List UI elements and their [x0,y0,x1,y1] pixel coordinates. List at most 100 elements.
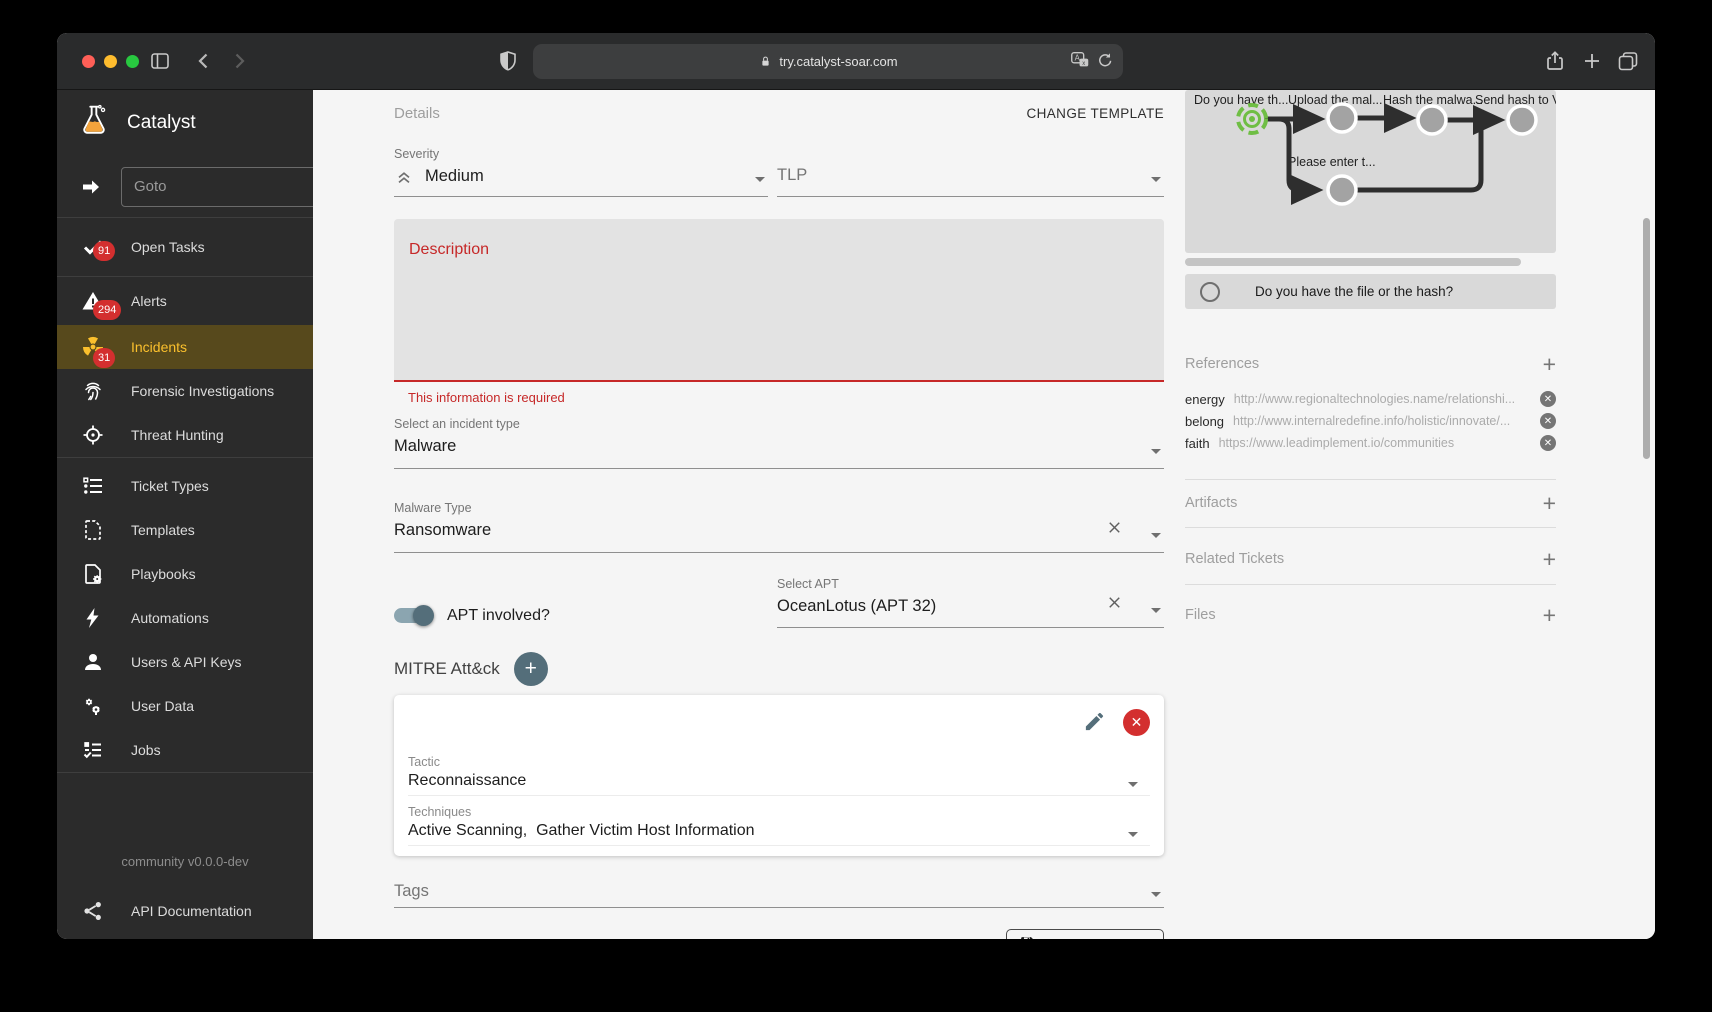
sidebar-item-templates[interactable]: Templates [57,508,313,552]
apt-involved-toggle[interactable] [394,608,431,623]
severity-medium-icon [394,167,414,187]
sidebar-item-playbooks[interactable]: Playbooks [57,552,313,596]
incident-type-select[interactable]: Select an incident type Malware [394,417,1164,469]
sidebar: Catalyst Open Tasks 91 [57,90,313,939]
techniques-select[interactable]: Techniques Active Scanning, Gather Victi… [408,805,1150,846]
version-label: community v0.0.0-dev [57,854,313,869]
clear-icon[interactable] [1105,593,1124,617]
tlp-select[interactable]: TLP [777,147,1164,197]
playbook-node[interactable] [1328,176,1356,204]
reference-name: belong [1185,414,1224,429]
lock-icon [758,54,773,69]
sidebar-item-label: Templates [131,522,195,538]
zoom-window-button[interactable] [126,55,139,68]
caret-down-icon[interactable] [1151,449,1161,454]
techniques-label: Techniques [408,805,1150,819]
add-reference-button[interactable]: + [1543,357,1556,371]
open-tasks-badge: 91 [93,241,115,261]
sidebar-item-jobs[interactable]: Jobs [57,728,313,772]
clear-icon[interactable] [1105,518,1124,542]
remove-reference-icon[interactable]: ✕ [1540,391,1556,407]
malware-type-select[interactable]: Malware Type Ransomware [394,501,1164,553]
sidebar-item-label: Automations [131,610,209,626]
add-file-button[interactable]: + [1543,608,1556,622]
list-icon [81,474,105,498]
task-question: Do you have the file or the hash? [1255,284,1453,299]
alerts-badge: 294 [93,300,121,320]
playbook-task-row: Do you have the file or the hash? [1185,274,1556,309]
tactic-value: Reconnaissance [408,772,1150,790]
sidebar-item-label: Incidents [131,339,187,355]
apt-select[interactable]: Select APT OceanLotus (APT 32) [777,577,1164,628]
caret-down-icon[interactable] [1128,832,1138,837]
sidebar-item-label: Playbooks [131,566,196,582]
toggle-knob[interactable] [413,605,434,626]
sidebar-item-users-api-keys[interactable]: Users & API Keys [57,640,313,684]
minimize-window-button[interactable] [104,55,117,68]
sidebar-toggle-icon[interactable] [148,49,172,73]
right-panel: Do you have th... Upload the mal... Hash… [1185,90,1556,623]
playbook-node[interactable] [1508,106,1536,134]
sidebar-item-incidents[interactable]: Incidents 31 [57,325,313,369]
shield-icon[interactable] [496,49,520,73]
share-icon[interactable] [1543,49,1567,73]
caret-down-icon[interactable] [1151,177,1161,182]
task-radio[interactable] [1200,282,1220,302]
url-bar[interactable]: try.catalyst-soar.com Ax [533,44,1123,79]
playbook-node[interactable] [1418,106,1446,134]
svg-text:x: x [1082,61,1085,67]
sidebar-item-ticket-types[interactable]: Ticket Types [57,464,313,508]
severity-select[interactable]: Severity Medium [394,147,768,197]
forward-icon[interactable] [227,49,251,73]
playbook-node-start[interactable] [1238,105,1266,133]
close-window-button[interactable] [82,55,95,68]
save-button-label: SAVE DETAILS [1045,936,1151,939]
sidebar-item-automations[interactable]: Automations [57,596,313,640]
scrollbar-thumb[interactable] [1185,258,1521,266]
severity-value: Medium [425,167,484,186]
tags-select[interactable]: Tags [394,882,1164,908]
caret-down-icon[interactable] [1151,533,1161,538]
sidebar-item-label: Ticket Types [131,478,209,494]
sidebar-item-label: Users & API Keys [131,654,241,670]
new-tab-icon[interactable] [1580,49,1604,73]
change-template-button[interactable]: CHANGE TEMPLATE [1026,106,1164,121]
caret-down-icon[interactable] [1151,608,1161,613]
remove-reference-icon[interactable]: ✕ [1540,435,1556,451]
edit-pencil-icon[interactable] [1083,710,1106,738]
description-textarea[interactable]: Description [394,219,1164,382]
caret-down-icon[interactable] [1151,892,1161,897]
sidebar-item-user-data[interactable]: User Data [57,684,313,728]
reload-icon[interactable] [1095,50,1115,73]
delete-circle-icon[interactable]: ✕ [1123,709,1150,736]
playbook-node-label: Do you have th... [1194,93,1289,107]
save-details-button[interactable]: SAVE DETAILS [1006,929,1164,939]
window-vertical-scrollbar-thumb[interactable] [1643,218,1650,459]
goto-arrow-icon [79,175,103,199]
tab-overview-icon[interactable] [1616,49,1640,73]
sidebar-item-open-tasks[interactable]: Open Tasks 91 [57,218,313,276]
sidebar-item-alerts[interactable]: Alerts 294 [57,277,313,325]
add-related-ticket-button[interactable]: + [1543,552,1556,566]
sidebar-item-forensic-investigations[interactable]: Forensic Investigations [57,369,313,413]
translate-icon[interactable]: Ax [1069,49,1091,74]
mitre-card: ✕ Tactic Reconnaissance Techniques Activ… [394,695,1164,856]
playbook-branch-label: Please enter t... [1288,155,1376,169]
graph-horizontal-scrollbar [1185,258,1556,266]
caret-down-icon[interactable] [1128,782,1138,787]
add-mitre-button[interactable]: + [514,652,548,686]
section-divider [1185,479,1556,480]
tactic-select[interactable]: Tactic Reconnaissance [408,755,1150,796]
reference-name: energy [1185,392,1225,407]
sidebar-item-threat-hunting[interactable]: Threat Hunting [57,413,313,457]
remove-reference-icon[interactable]: ✕ [1540,413,1556,429]
reference-url: http://www.regionaltechnologies.name/rel… [1234,392,1532,406]
add-artifact-button[interactable]: + [1543,496,1556,510]
checklist-icon [81,738,105,762]
section-divider [1185,584,1556,585]
back-icon[interactable] [192,49,216,73]
sidebar-item-api-documentation[interactable]: API Documentation [57,883,313,939]
caret-down-icon[interactable] [755,177,765,182]
playbook-node[interactable] [1328,104,1356,132]
browser-chrome: try.catalyst-soar.com Ax [57,33,1655,90]
